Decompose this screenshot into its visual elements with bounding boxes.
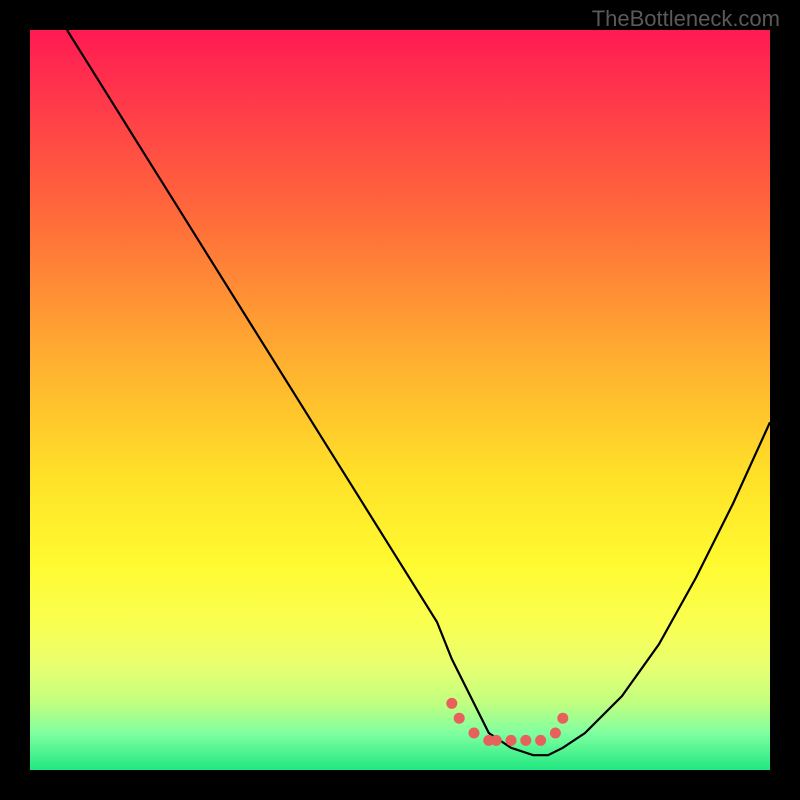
chart-gradient-background — [30, 30, 770, 770]
watermark-text: TheBottleneck.com — [592, 6, 780, 32]
